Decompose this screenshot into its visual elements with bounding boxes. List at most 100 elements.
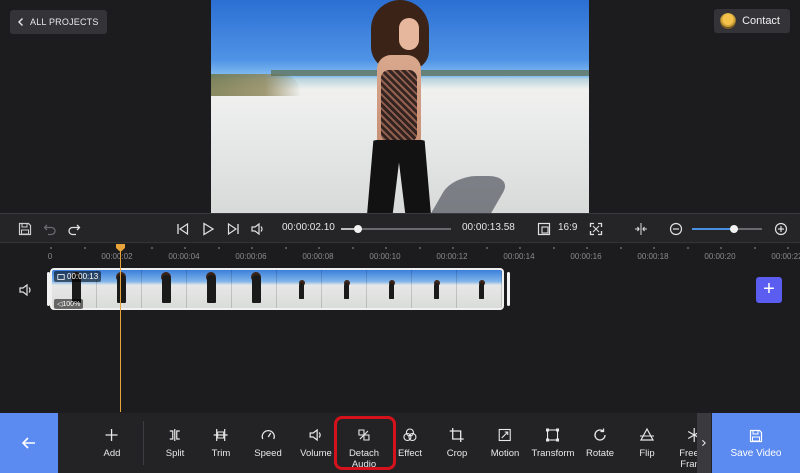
ruler-tick xyxy=(351,247,354,249)
ruler-label: 00:00:14 xyxy=(503,252,535,261)
ruler-tick xyxy=(284,247,287,249)
rotate-icon xyxy=(594,428,606,441)
ruler-label: 00:00:18 xyxy=(637,252,669,261)
total-time: 00:00:13.58 xyxy=(462,222,515,233)
effect-button[interactable]: Effect xyxy=(398,413,422,473)
video-preview[interactable] xyxy=(211,0,589,213)
save-video-button[interactable]: Save Video xyxy=(712,413,800,473)
speed-button[interactable]: Speed xyxy=(254,413,282,473)
ruler-tick xyxy=(720,247,722,249)
clip-thumbnail xyxy=(187,270,232,308)
clip-thumbnail xyxy=(367,270,412,308)
crop-button[interactable]: Crop xyxy=(447,413,467,473)
undo-icon[interactable] xyxy=(42,221,58,237)
clip-thumbnail xyxy=(232,270,277,308)
zoom-out-icon[interactable] xyxy=(668,221,684,237)
ruler-label: 00:00:12 xyxy=(436,252,468,261)
all-projects-button[interactable]: ALL PROJECTS xyxy=(10,10,107,34)
ruler-label: 00:00:08 xyxy=(302,252,334,261)
ruler-label: 00:00:04 xyxy=(168,252,200,261)
transform-icon xyxy=(546,428,560,442)
motion-button[interactable]: Motion xyxy=(491,413,519,473)
ruler-tick xyxy=(385,247,387,249)
clip-left-handle[interactable] xyxy=(47,272,50,306)
clip-volume: 100% xyxy=(62,301,81,308)
ruler-label: 00:00:06 xyxy=(235,252,267,261)
contact-avatar xyxy=(720,13,737,29)
ruler-label: 00:00:20 xyxy=(704,252,736,261)
ruler-tick xyxy=(552,247,555,249)
zoom-in-icon[interactable] xyxy=(773,221,789,237)
clip-right-handle[interactable] xyxy=(507,272,510,306)
video-clip[interactable] xyxy=(50,268,504,310)
ruler-tick xyxy=(753,247,756,249)
toolbar-divider xyxy=(143,421,144,465)
save-icon xyxy=(749,429,763,442)
contact-button[interactable]: Contact xyxy=(714,9,790,33)
trim-button[interactable]: Trim xyxy=(212,413,230,473)
ruler-tick xyxy=(318,247,320,249)
plus-icon: + xyxy=(763,278,775,300)
playhead[interactable] xyxy=(120,246,121,412)
add-button[interactable]: Add xyxy=(104,413,120,473)
redo-icon[interactable] xyxy=(66,221,82,237)
add-track-button[interactable]: + xyxy=(756,277,782,303)
ruler-tick xyxy=(50,247,52,249)
ruler-label: 00:00:02 xyxy=(101,252,133,261)
fit-timeline-icon[interactable] xyxy=(633,221,649,237)
chevron-left-icon xyxy=(18,18,23,26)
ruler-label: 00:00:16 xyxy=(570,252,602,261)
aspect-ratio-icon[interactable] xyxy=(536,221,552,237)
timeline[interactable]: 0 00:00:02 00:00:04 00:00:06 00:00:08 00:00:1… xyxy=(0,244,800,412)
zoom-slider[interactable] xyxy=(692,225,762,233)
ruler-tick xyxy=(686,247,689,249)
ruler-tick xyxy=(150,247,153,249)
ruler-label: 0 xyxy=(47,252,53,261)
rotate-button[interactable]: Rotate xyxy=(586,413,614,473)
flip-button[interactable]: Flip xyxy=(639,413,655,473)
transform-button[interactable]: Transform xyxy=(532,413,574,473)
fullscreen-icon[interactable] xyxy=(588,221,604,237)
flip-icon xyxy=(639,427,655,441)
clip-duration-badge: 00:00:13 xyxy=(54,271,102,282)
zoom-thumb[interactable] xyxy=(730,225,738,233)
speedometer-icon xyxy=(261,429,275,440)
track-audio-icon[interactable] xyxy=(18,282,34,298)
plus-icon xyxy=(106,429,118,441)
clip-thumbnail xyxy=(412,270,457,308)
split-icon xyxy=(169,429,180,441)
seek-slider[interactable] xyxy=(341,225,451,233)
aspect-ratio-value[interactable]: 16:9 xyxy=(558,222,577,233)
current-time: 00:00:02.10 xyxy=(282,222,335,233)
skip-forward-icon[interactable] xyxy=(225,221,241,237)
skip-back-icon[interactable] xyxy=(175,221,191,237)
arrow-left-icon xyxy=(21,437,35,449)
volume-button[interactable]: Volume xyxy=(300,413,332,473)
seek-thumb[interactable] xyxy=(353,225,362,233)
save-icon[interactable] xyxy=(17,221,33,237)
ruler-tick xyxy=(418,247,421,249)
zoom-fill xyxy=(692,228,734,230)
back-button[interactable] xyxy=(0,413,58,473)
all-projects-label: ALL PROJECTS xyxy=(30,17,99,27)
ruler-tick xyxy=(619,247,622,249)
play-icon[interactable] xyxy=(200,221,216,237)
ruler-tick xyxy=(83,247,86,249)
ruler-tick xyxy=(485,247,488,249)
clip-thumbnail xyxy=(457,270,502,308)
detach-audio-highlight xyxy=(334,416,396,470)
clip-duration: 00:00:13 xyxy=(67,272,99,281)
playback-controls: 00:00:02.10 00:00:13.58 16:9 xyxy=(0,213,800,243)
ruler-label: 00:00:22 xyxy=(771,252,800,261)
ruler-label: 00:00:10 xyxy=(369,252,401,261)
ruler-tick xyxy=(184,247,186,249)
clip-thumbnail xyxy=(322,270,367,308)
contact-label: Contact xyxy=(742,15,780,27)
volume-icon[interactable] xyxy=(250,221,266,237)
ruler-tick xyxy=(251,247,253,249)
ruler-tick xyxy=(787,247,789,249)
toolbar-scroll-right[interactable] xyxy=(697,413,711,473)
ruler-tick xyxy=(217,247,220,249)
split-button[interactable]: Split xyxy=(166,413,184,473)
volume-icon xyxy=(309,428,321,442)
